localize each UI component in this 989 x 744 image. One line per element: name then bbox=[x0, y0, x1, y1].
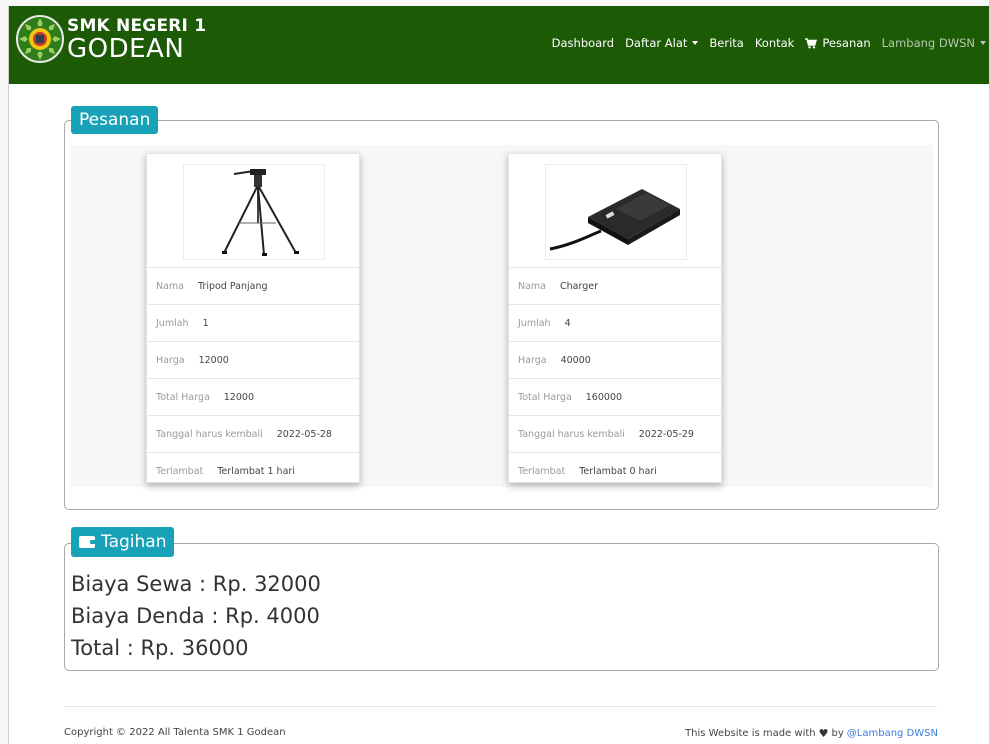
row-value: Terlambat 1 hari bbox=[217, 465, 295, 477]
nav-pesanan-label: Pesanan bbox=[822, 36, 871, 50]
nav-menu: Dashboard Daftar Alat Berita Kontak Pesa… bbox=[541, 36, 986, 50]
row-label: Total Harga bbox=[156, 391, 210, 403]
nav-berita[interactable]: Berita bbox=[709, 36, 743, 50]
nav-kontak[interactable]: Kontak bbox=[755, 36, 795, 50]
navbar: SMK NEGERI 1 GODEAN Dashboard Daftar Ala… bbox=[9, 6, 989, 84]
nav-dashboard[interactable]: Dashboard bbox=[552, 36, 614, 50]
row-value: 2022-05-29 bbox=[638, 428, 694, 440]
order-row-harga: Harga 12000 bbox=[147, 341, 359, 378]
order-card-tripod: Nama Tripod Panjang Jumlah 1 Harga 12000 To… bbox=[146, 153, 360, 483]
row-value: 160000 bbox=[585, 391, 623, 403]
row-label: Total Harga bbox=[518, 391, 572, 403]
order-row-jumlah: Jumlah 1 bbox=[147, 304, 359, 341]
row-value: 2022-05-28 bbox=[276, 428, 332, 440]
tagihan-legend: Tagihan bbox=[71, 527, 175, 557]
row-value: Tripod Panjang bbox=[198, 280, 268, 292]
row-label: Tanggal harus kembali bbox=[518, 428, 625, 440]
row-value: Terlambat 0 hari bbox=[579, 465, 657, 477]
nav-user-label: Lambang DWSN bbox=[881, 36, 975, 50]
bill-total: Total : Rp. 36000 bbox=[71, 636, 249, 660]
biaya-sewa: Biaya Sewa : Rp. 32000 bbox=[71, 572, 321, 596]
order-cards-area: Nama Tripod Panjang Jumlah 1 Harga 12000 To… bbox=[71, 145, 933, 487]
footer-made-with: This Website is made with bbox=[685, 728, 816, 739]
order-row-tanggal-kembali: Tanggal harus kembali 2022-05-29 bbox=[509, 415, 721, 452]
charger-image bbox=[545, 164, 687, 260]
heart-icon: ♥ bbox=[818, 727, 829, 740]
cart-icon bbox=[805, 37, 818, 48]
brand-line2: GODEAN bbox=[67, 34, 185, 64]
pesanan-legend-label: Pesanan bbox=[79, 110, 151, 130]
brand[interactable]: SMK NEGERI 1 GODEAN bbox=[67, 16, 207, 64]
order-detail-rows: Nama Charger Jumlah 4 Harga 40000 Total Har… bbox=[509, 267, 721, 489]
pesanan-legend: Pesanan bbox=[71, 106, 159, 134]
row-label: Harga bbox=[518, 354, 547, 366]
brand-line1: SMK NEGERI 1 bbox=[67, 16, 207, 36]
row-label: Tanggal harus kembali bbox=[156, 428, 263, 440]
page-frame: SMK NEGERI 1 GODEAN Dashboard Daftar Ala… bbox=[8, 6, 989, 744]
order-row-total-harga: Total Harga 160000 bbox=[509, 378, 721, 415]
row-value: 40000 bbox=[560, 354, 591, 366]
row-label: Terlambat bbox=[156, 465, 204, 477]
bill-summary: Biaya Sewa : Rp. 32000 Biaya Denda : Rp.… bbox=[71, 568, 321, 664]
order-row-terlambat: Terlambat Terlambat 1 hari bbox=[147, 452, 359, 489]
row-value: 12000 bbox=[198, 354, 229, 366]
row-label: Terlambat bbox=[518, 465, 566, 477]
order-row-total-harga: Total Harga 12000 bbox=[147, 378, 359, 415]
footer-copyright: Copyright © 2022 All Talenta SMK 1 Godea… bbox=[64, 727, 286, 738]
footer-author-link[interactable]: @Lambang DWSN bbox=[847, 728, 938, 739]
row-value: Charger bbox=[560, 280, 599, 292]
tagihan-legend-label: Tagihan bbox=[101, 532, 167, 552]
order-detail-rows: Nama Tripod Panjang Jumlah 1 Harga 12000 To… bbox=[147, 267, 359, 489]
footer-divider bbox=[64, 706, 937, 707]
row-label: Harga bbox=[156, 354, 185, 366]
wallet-icon bbox=[79, 536, 96, 548]
footer-credit: This Website is made with ♥ by @Lambang … bbox=[685, 727, 938, 740]
row-label: Jumlah bbox=[156, 317, 189, 329]
biaya-denda: Biaya Denda : Rp. 4000 bbox=[71, 604, 320, 628]
nav-daftar-alat-label: Daftar Alat bbox=[625, 36, 688, 50]
nav-user-dropdown[interactable]: Lambang DWSN bbox=[882, 36, 986, 50]
caret-down-icon bbox=[980, 41, 986, 45]
pesanan-panel: Nama Tripod Panjang Jumlah 1 Harga 12000 To… bbox=[64, 120, 939, 510]
nav-daftar-alat[interactable]: Daftar Alat bbox=[625, 36, 699, 50]
row-value: 1 bbox=[202, 317, 209, 329]
order-row-tanggal-kembali: Tanggal harus kembali 2022-05-28 bbox=[147, 415, 359, 452]
nav-pesanan[interactable]: Pesanan bbox=[805, 36, 871, 50]
tripod-image bbox=[183, 164, 325, 260]
order-row-nama: Nama Charger bbox=[509, 267, 721, 304]
order-card-charger: Nama Charger Jumlah 4 Harga 40000 Total Har… bbox=[508, 153, 722, 483]
order-row-harga: Harga 40000 bbox=[509, 341, 721, 378]
school-logo[interactable] bbox=[15, 14, 65, 64]
row-label: Nama bbox=[518, 280, 547, 292]
order-row-jumlah: Jumlah 4 bbox=[509, 304, 721, 341]
row-label: Nama bbox=[156, 280, 185, 292]
row-value: 4 bbox=[564, 317, 571, 329]
order-row-terlambat: Terlambat Terlambat 0 hari bbox=[509, 452, 721, 489]
row-value: 12000 bbox=[223, 391, 254, 403]
caret-down-icon bbox=[692, 41, 699, 45]
order-row-nama: Nama Tripod Panjang bbox=[147, 267, 359, 304]
footer-by: by bbox=[831, 728, 844, 739]
row-label: Jumlah bbox=[518, 317, 551, 329]
